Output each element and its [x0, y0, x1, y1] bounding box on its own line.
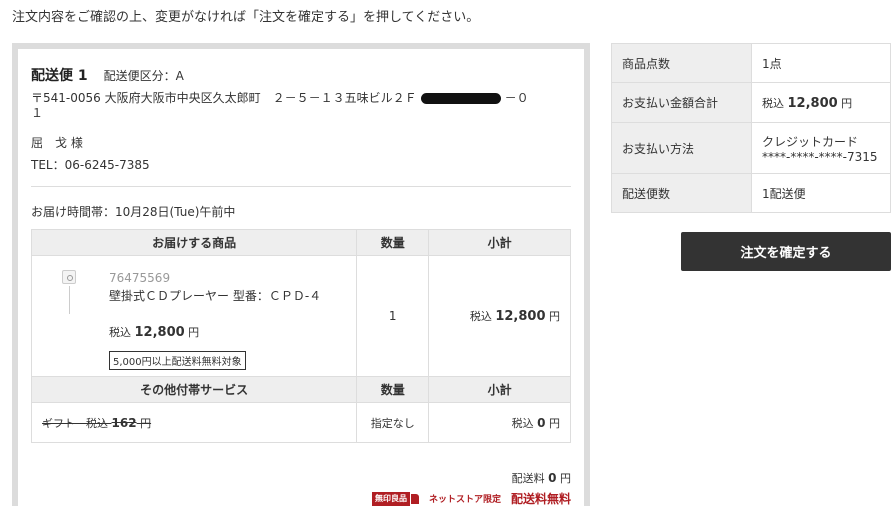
header-subtotal: 小計	[428, 229, 571, 256]
summary-row-shipments: 配送便数 1配送便	[611, 173, 891, 213]
gift-price-suffix: 円	[140, 416, 152, 430]
free-shipping-label: 配送料無料	[510, 492, 571, 506]
total-suffix: 円	[841, 96, 853, 110]
product-qty: 1	[356, 255, 430, 377]
truck-cab	[410, 493, 419, 504]
delivery-address: 〒541-0056 大阪府大阪市中央区久太郎町 ２－５－１３五味ビル２Ｆ －０ １	[31, 91, 571, 121]
price-suffix: 円	[188, 326, 200, 339]
delivery-time: お届け時間帯：10月28日(Tue)午前中	[31, 205, 236, 219]
gift-price-prefix: 税込	[86, 416, 108, 430]
price-prefix: 税込	[109, 326, 131, 339]
service-header-row: その他付帯サービス 数量 小計	[30, 376, 571, 403]
subtotal-prefix: 税込	[469, 310, 492, 323]
intro-text: 注文内容をご確認の上、変更がなければ「注文を確定する」を押してください。	[12, 10, 480, 25]
price-value: 12,800	[134, 325, 185, 340]
card-number: ****-****-****-7315	[762, 149, 878, 164]
gift-subtotal-prefix: 税込	[511, 416, 534, 430]
header-service-subtotal: 小計	[428, 376, 571, 403]
header-service-qty: 数量	[356, 376, 430, 403]
shipping-fee: 配送料 0 円	[512, 470, 571, 486]
summary-row-payment: お支払い方法 クレジットカード ****-****-****-7315	[611, 122, 891, 174]
gift-subtotal-value: 0	[537, 415, 546, 430]
summary-label: お支払い金額合計	[611, 82, 752, 123]
shipping-fee-suffix: 円	[560, 472, 571, 485]
shipping-fee-label: 配送料	[511, 472, 545, 485]
summary-row-total: お支払い金額合計 税込 12,800 円	[611, 82, 891, 123]
items-header-row: お届けする商品 数量 小計	[30, 229, 571, 256]
product-thumbnail[interactable]	[62, 270, 76, 284]
summary-label: 配送便数	[611, 173, 752, 213]
subtotal-suffix: 円	[549, 310, 560, 323]
total-prefix: 税込	[762, 96, 784, 110]
summary-label: お支払い方法	[611, 122, 752, 174]
shipment-header: 配送便 1 配送便区分：A	[31, 65, 184, 85]
muji-logo: 無印良品	[371, 491, 410, 506]
gift-subtotal-suffix: 円	[549, 416, 560, 430]
summary-label: 商品点数	[611, 43, 752, 83]
address-line-1: 〒541-0056 大阪府大阪市中央区久太郎町 ２－５－１３五味ビル２Ｆ	[31, 91, 417, 105]
gift-subtotal: 税込 0 円	[428, 402, 571, 443]
delivery-panel: 配送便 1 配送便区分：A 〒541-0056 大阪府大阪市中央区久太郎町 ２－…	[12, 43, 590, 506]
divider	[31, 186, 571, 187]
gift-name: ギフト	[42, 416, 75, 430]
truck-icon: 無印良品	[371, 491, 419, 506]
gift-qty: 指定なし	[356, 402, 430, 443]
product-name: 壁掛式ＣＤプレーヤー 型番：ＣＰＤ-４	[109, 289, 322, 303]
summary-value: 1点	[751, 43, 891, 83]
subtotal-value: 12,800	[495, 309, 546, 324]
net-store-only: ネットストア限定	[428, 495, 501, 505]
free-shipping-badge: 5,000円以上配送料無料対象	[109, 351, 246, 370]
gift-price: 162	[111, 415, 137, 430]
header-product: お届けする商品	[30, 229, 358, 256]
address-tail: －０	[504, 91, 529, 105]
gift-service-cell: ギフト 税込 162 円	[30, 402, 358, 443]
product-thumbnail-cord	[69, 286, 70, 314]
address-line-2: １	[31, 106, 44, 120]
shipment-title: 配送便 1	[31, 68, 88, 84]
summary-total: 税込 12,800 円	[751, 82, 891, 123]
table-row: ギフト 税込 162 円 指定なし 税込 0 円	[30, 402, 571, 443]
payment-method-name: クレジットカード	[762, 134, 859, 149]
header-qty: 数量	[356, 229, 430, 256]
total-value: 12,800	[787, 95, 838, 111]
product-price: 税込 12,800 円	[109, 324, 199, 340]
recipient-name: 屈 戈 様	[31, 136, 83, 150]
product-code: 76475569	[109, 271, 171, 285]
summary-row-count: 商品点数 1点	[611, 43, 891, 83]
table-row: 76475569 壁掛式ＣＤプレーヤー 型番：ＣＰＤ-４ 税込 12,800 円…	[30, 255, 571, 377]
redacted-text	[420, 93, 501, 104]
shipping-fee-value: 0	[548, 471, 557, 485]
shipment-type: 配送便区分：A	[103, 69, 184, 83]
free-shipping-promo: 無印良品 ネットストア限定 配送料無料	[371, 490, 571, 506]
order-summary: 商品点数 1点 お支払い金額合計 税込 12,800 円 お支払い方法 クレジッ…	[611, 43, 891, 213]
product-cell: 76475569 壁掛式ＣＤプレーヤー 型番：ＣＰＤ-４ 税込 12,800 円…	[30, 255, 358, 377]
confirm-order-button[interactable]: 注文を確定する	[681, 232, 891, 271]
recipient-tel: TEL：06-6245-7385	[31, 158, 150, 172]
items-table: お届けする商品 数量 小計 76475569 壁掛式ＣＤプレーヤー 型番：ＣＰＤ…	[30, 229, 571, 443]
delivery-panel-body: 配送便 1 配送便区分：A 〒541-0056 大阪府大阪市中央区久太郎町 ２－…	[18, 49, 584, 506]
payment-method: クレジットカード ****-****-****-7315	[751, 122, 891, 174]
summary-value: 1配送便	[751, 173, 891, 213]
product-subtotal: 税込 12,800 円	[428, 255, 571, 377]
header-service: その他付帯サービス	[30, 376, 358, 403]
